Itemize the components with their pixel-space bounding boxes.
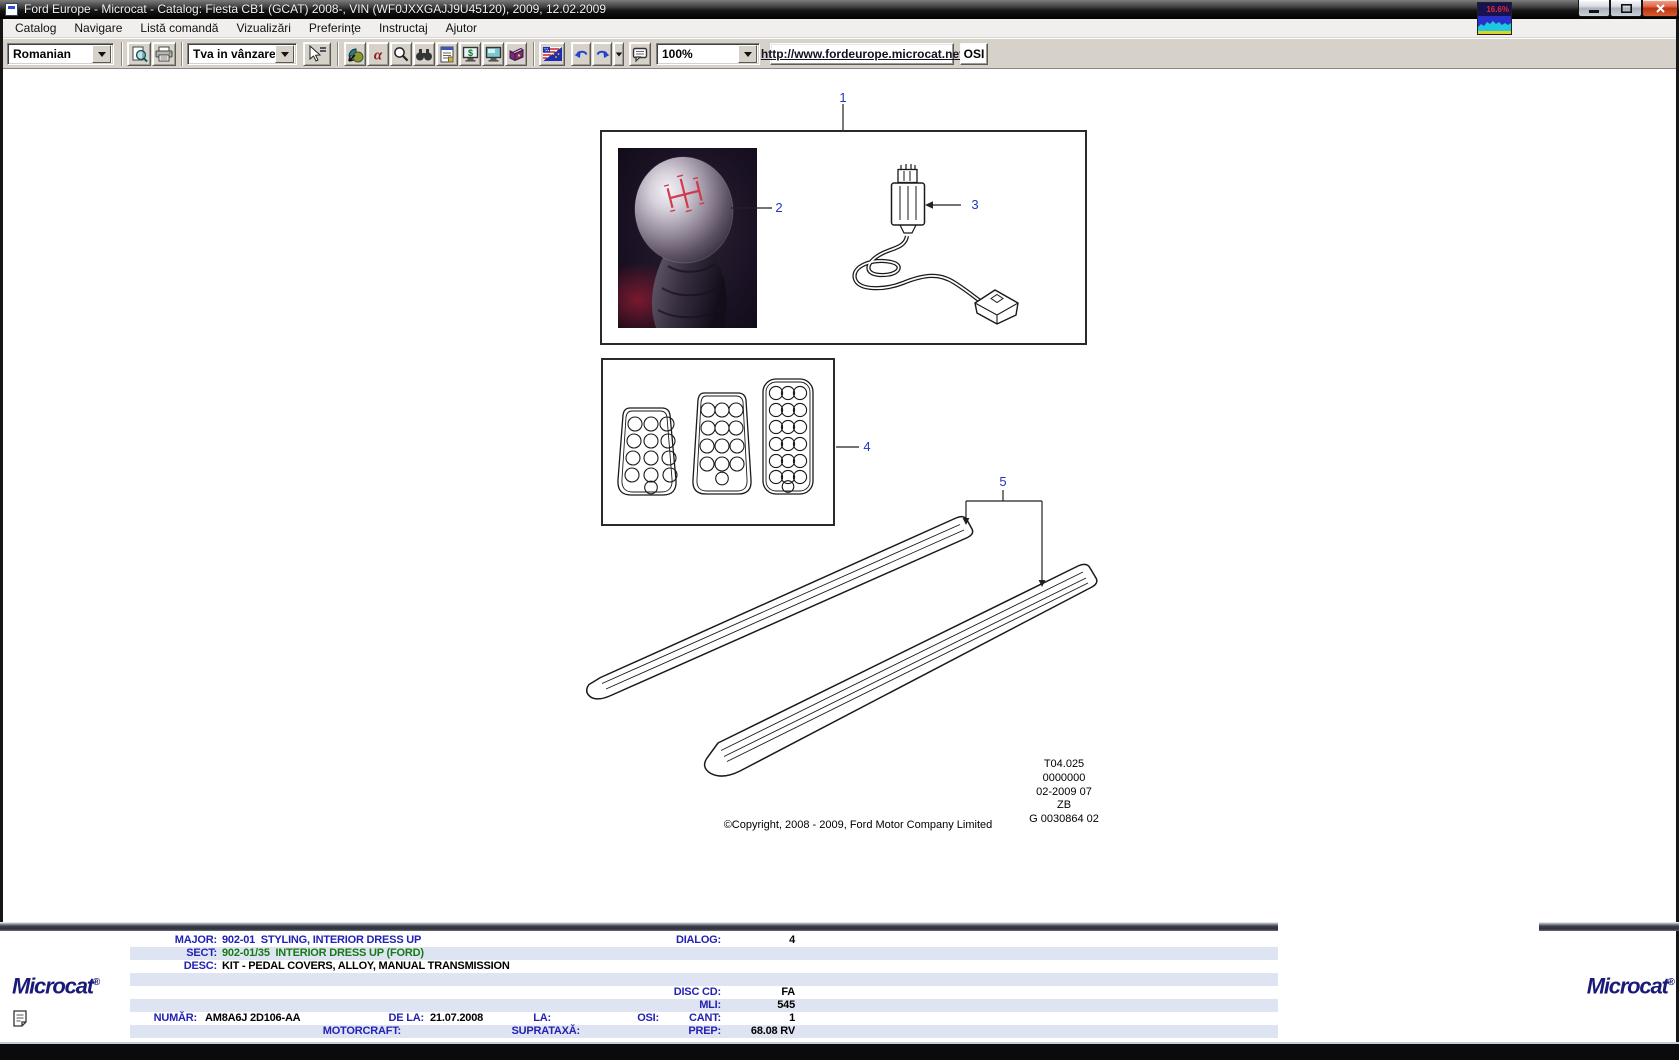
callout-lines: [731, 104, 1042, 580]
callout-3[interactable]: 3: [967, 197, 983, 212]
callout-5[interactable]: 5: [995, 474, 1011, 489]
pedal-frame-box: [602, 359, 834, 525]
callout-1[interactable]: 1: [835, 90, 851, 105]
stamp-line: T04.025: [994, 758, 1134, 772]
stamp-line: ZB: [994, 799, 1134, 813]
sill-plates-drawing: [587, 517, 1097, 776]
stamp-line: 0000000: [994, 772, 1134, 786]
callout-2[interactable]: 2: [771, 200, 787, 215]
stamp-line: G 0030864 02: [994, 813, 1134, 827]
drawing-stamp: T04.025 0000000 02-2009 07 ZB G 0030864 …: [994, 758, 1134, 827]
copyright-notice: ©Copyright, 2008 - 2009, Ford Motor Comp…: [708, 819, 1008, 831]
cpu-meter-value: 16.6%: [1478, 3, 1511, 16]
cpu-meter-gadget: 16.6%: [1477, 2, 1512, 35]
wiring-kit-drawing: [855, 164, 1018, 324]
cpu-meter-graph-icon: [1478, 16, 1511, 34]
microcat-window: Ford Europe - Microcat - Catalog: Fiesta…: [0, 0, 1679, 1060]
callout-4[interactable]: 4: [859, 439, 875, 454]
pedal-covers-drawing: [618, 379, 813, 495]
stamp-line: 02-2009 07: [994, 786, 1134, 800]
diagram-lineart: [0, 0, 1679, 1060]
